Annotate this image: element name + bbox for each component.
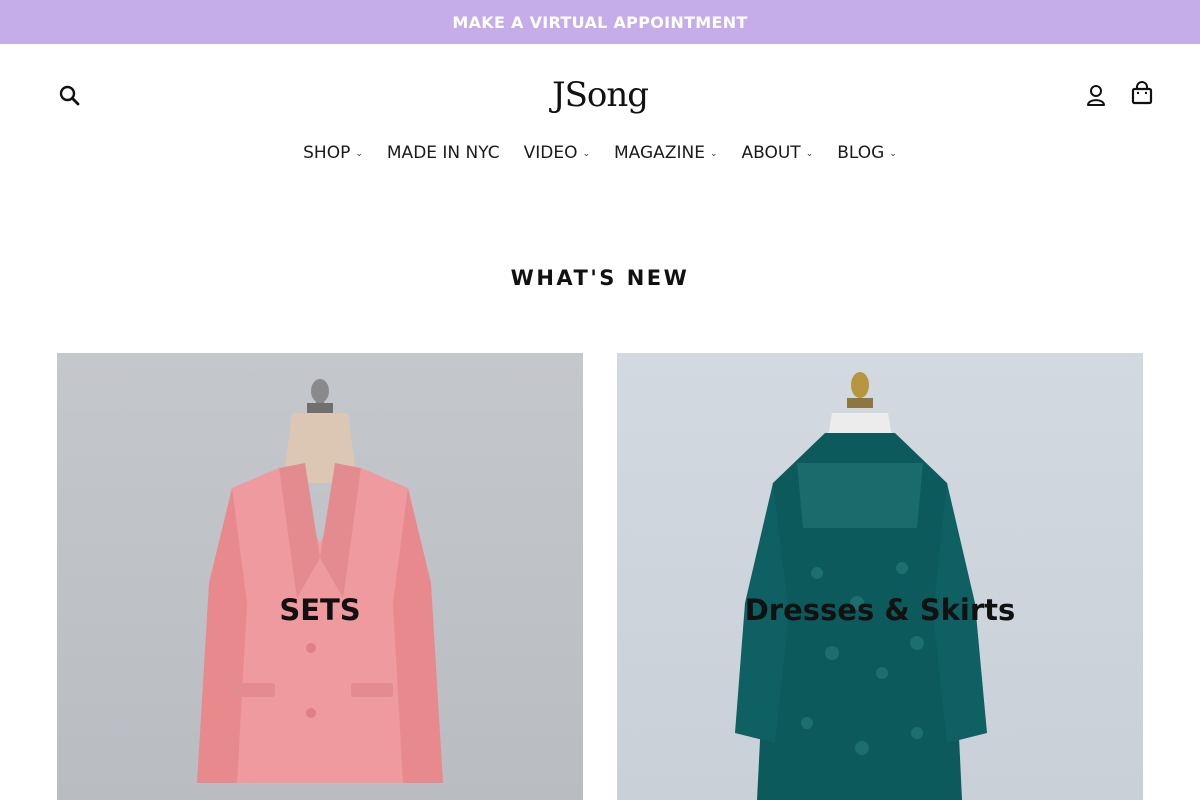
collection-label: SETS <box>279 593 361 627</box>
section-title: WHAT'S NEW <box>510 266 690 290</box>
nav-item-shop[interactable]: SHOP ⌄ <box>303 143 363 163</box>
chevron-down-icon: ⌄ <box>805 148 814 159</box>
collection-tile-sets[interactable]: SETS <box>57 353 583 800</box>
nav-item-label: BLOG <box>837 143 885 163</box>
site-logo[interactable]: JSong <box>549 72 651 118</box>
nav-item-label: MADE IN NYC <box>386 143 500 163</box>
pink-suit-image <box>197 379 443 783</box>
collection-label: Dresses & Skirts <box>744 593 1016 627</box>
search-icon <box>59 85 80 106</box>
chevron-down-icon: ⌄ <box>582 148 591 159</box>
search-button[interactable] <box>56 82 84 110</box>
main-navigation: SHOP ⌄ MADE IN NYC VIDEO ⌄ MAGAZINE ⌄ AB… <box>0 138 1200 168</box>
user-icon <box>1087 85 1105 106</box>
nav-item-magazine[interactable]: MAGAZINE ⌄ <box>614 143 717 163</box>
virtual-appointment-link[interactable]: MAKE A VIRTUAL APPOINTMENT <box>452 13 747 32</box>
cart-icon <box>1131 81 1153 105</box>
nav-item-about[interactable]: ABOUT ⌄ <box>741 143 813 163</box>
nav-item-label: SHOP <box>303 143 351 163</box>
nav-item-blog[interactable]: BLOG ⌄ <box>837 143 897 163</box>
chevron-down-icon: ⌄ <box>709 148 718 159</box>
nav-item-label: VIDEO <box>523 143 578 163</box>
announcement-bar: MAKE A VIRTUAL APPOINTMENT <box>0 0 1200 44</box>
nav-item-video[interactable]: VIDEO ⌄ <box>524 143 590 163</box>
collection-tile-dresses-skirts[interactable]: Dresses & Skirts <box>617 353 1143 800</box>
nav-item-label: MAGAZINE <box>614 143 705 163</box>
nav-item-made-in-nyc[interactable]: MADE IN NYC <box>387 143 500 163</box>
nav-item-label: ABOUT <box>741 143 801 163</box>
account-button[interactable] <box>1083 82 1109 110</box>
teal-lace-dress-image <box>735 372 987 800</box>
chevron-down-icon: ⌄ <box>889 148 897 159</box>
chevron-down-icon: ⌄ <box>355 148 363 159</box>
site-header: JSong SHOP ⌄ MADE IN NYC VIDEO ⌄ MAGAZIN… <box>0 44 1200 184</box>
cart-button[interactable] <box>1128 80 1156 108</box>
